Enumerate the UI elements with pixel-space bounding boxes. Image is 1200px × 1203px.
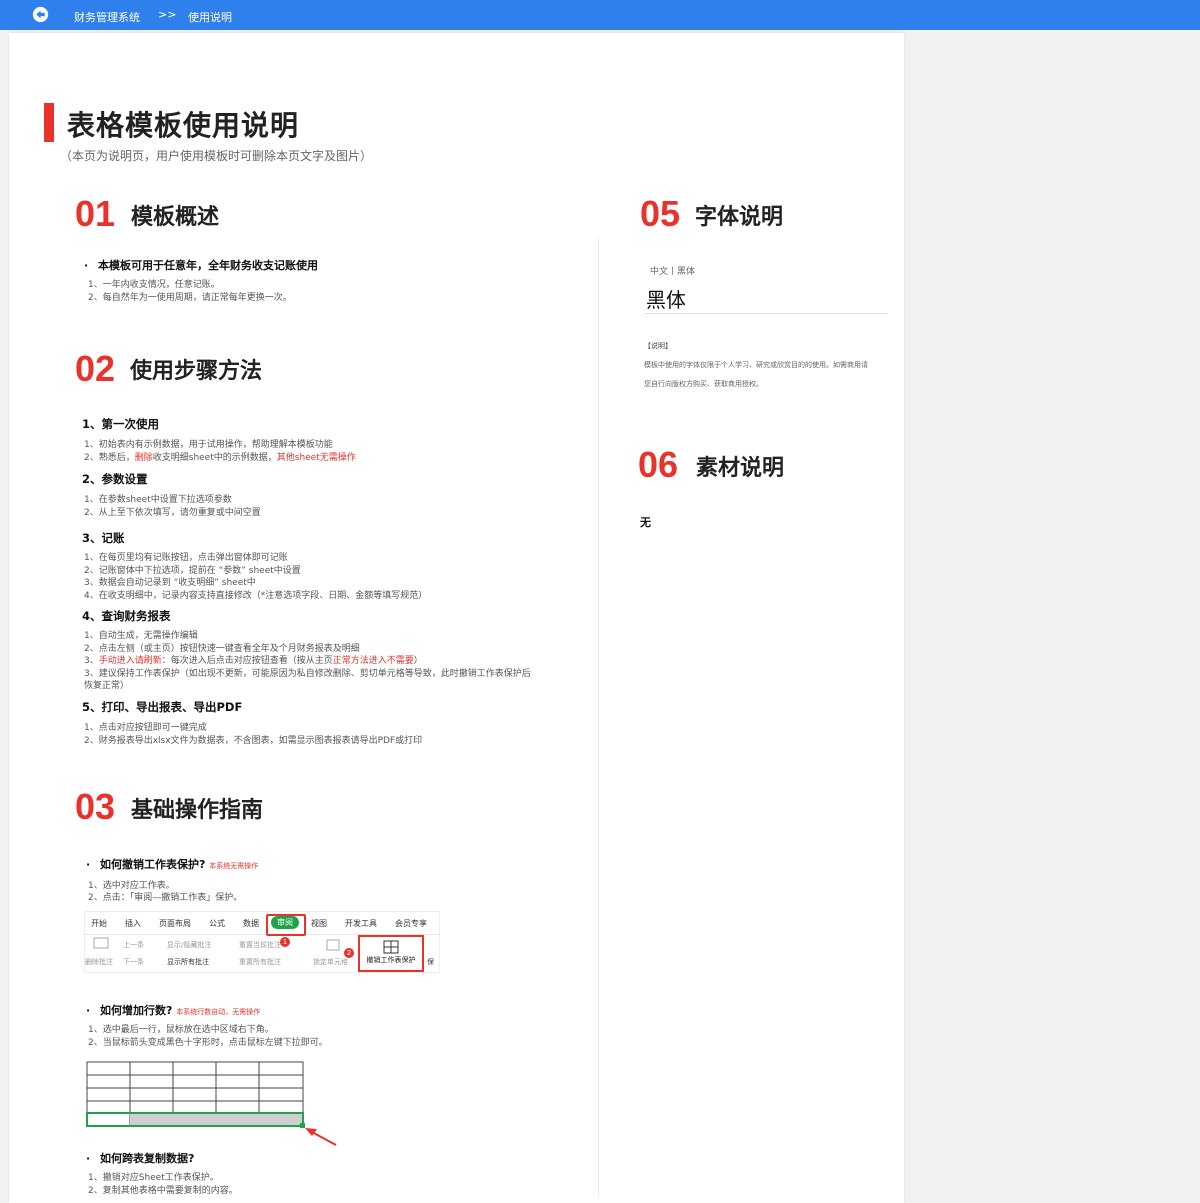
ribbon-tab: 会员专享	[395, 919, 427, 928]
section-03-number: 03	[75, 786, 116, 827]
column-divider	[598, 238, 599, 1198]
section-06-number: 06	[638, 444, 679, 485]
step-4-line-1: 1、自动生成，无需操作编辑	[84, 631, 198, 641]
step-5-line-2: 2、财务报表导出xlsx文件为数据表，不含图表，如需显示图表报表请导出PDF或打…	[84, 736, 423, 746]
page-subtitle: （本页为说明页，用户使用模板时可删除本页文字及图片）	[60, 149, 373, 163]
section-02-number: 02	[75, 348, 116, 389]
ribbon-tab-row: 开始 插入 页面布局 公式 数据 审阅 视图 开发工具 会员专享	[85, 912, 439, 936]
section-05-number: 05	[640, 193, 681, 234]
q3-question: · 如何跨表复制数据?	[86, 1152, 195, 1165]
ribbon-cmd-prev: 上一条	[123, 941, 144, 949]
step-1-heading: 1、第一次使用	[82, 417, 160, 431]
step-2-line-2: 2、从上至下依次填写，请勿重复或中间空置	[84, 508, 261, 518]
q1-line-2: 2、点击：「审阅—撤销工作表」保护。	[88, 893, 243, 903]
ribbon-cmd-next: 下一条	[123, 958, 144, 966]
section-01-title: 模板概述	[131, 205, 220, 230]
section-05-title: 字体说明	[695, 205, 784, 230]
step-badge-1: 1	[280, 937, 290, 947]
ribbon-cmd-show-hide: 显示/隐藏批注	[167, 941, 212, 949]
section-01-line-2: 2、每自然年为一使用周期，请正常每年更换一次。	[88, 293, 292, 303]
comment-icon	[93, 937, 109, 949]
q2-line-1: 1、选中最后一行，鼠标放在选中区域右下角。	[88, 1025, 274, 1035]
step-2-line-1: 1、在参数sheet中设置下拉选项参数	[84, 495, 232, 505]
back-home-icon[interactable]	[32, 6, 49, 23]
section-02-title: 使用步骤方法	[130, 359, 263, 384]
step-4-line-3: 3、手动进入请刷新：每次进入后点击对应按钮查看（按从主页正常方法进入不需要）	[84, 656, 423, 666]
ribbon-cmd-lock-cell: 锁定单元格	[313, 958, 348, 966]
material-note: 无	[640, 516, 651, 529]
unprotect-sheet-icon	[383, 940, 399, 954]
step-3-line-3: 3、数据会自动记录到 “收支明细” sheet中	[84, 578, 256, 588]
step-5-line-1: 1、点击对应按钮即可一键完成	[84, 723, 207, 733]
q2-question: · 如何增加行数? 本系统行数自动，无需操作	[86, 1004, 261, 1017]
section-01-line-1: 1、一年内收支情况，任意记账。	[88, 280, 220, 290]
step-4-heading: 4、查询财务报表	[82, 609, 171, 623]
q3-line-2: 2、复制其他表格中需要复制的内容。	[88, 1186, 238, 1196]
breadcrumb-separator: >>	[158, 8, 177, 21]
font-desc-line-2: 您自行向版权方购买、获取商用授权。	[644, 380, 763, 388]
ribbon-screenshot: 开始 插入 页面布局 公式 数据 审阅 视图 开发工具 会员专享 删除批注 上一…	[84, 911, 440, 973]
q2-line-2: 2、当鼠标箭头变成黑色十字形时，点击鼠标左键下拉即可。	[88, 1038, 328, 1048]
section-03-title: 基础操作指南	[131, 798, 264, 823]
step-1-line-1: 1、初始表内有示例数据，用于试用操作，帮助理解本模板功能	[84, 440, 333, 450]
font-desc-line-1: 模板中使用的字体仅限于个人学习、研究或欣赏目的的使用。如需商用请	[644, 361, 868, 369]
ribbon-tab: 公式	[209, 919, 225, 928]
q1-question: · 如何撤销工作表保护? 本系统无需操作	[86, 858, 259, 871]
step-3-line-1: 1、在每页里均有记账按钮，点击弹出窗体即可记账	[84, 553, 288, 563]
ribbon-cmd-reset-all: 重置所有批注	[239, 958, 281, 966]
lock-cell-icon	[326, 939, 340, 951]
ribbon-tab: 开始	[91, 919, 107, 928]
q3-line-1: 1、撤销对应Sheet工作表保护。	[88, 1173, 219, 1183]
breadcrumb-app[interactable]: 财务管理系统	[74, 9, 140, 25]
ribbon-cmd-show-all: 显示所有批注	[167, 958, 209, 966]
grid-illustration	[86, 1061, 337, 1146]
font-sample: 黑体	[646, 288, 686, 312]
section-01-bullet: · 本模板可用于任意年，全年财务收支记账使用	[84, 259, 318, 272]
top-bar: 财务管理系统 >> 使用说明	[0, 0, 1200, 30]
ribbon-cmd-delete-comment: 删除批注	[85, 958, 113, 966]
unprotect-sheet-label: 撤销工作表保护	[366, 956, 416, 964]
section-01-number: 01	[75, 193, 116, 234]
ribbon-tab-review: 审阅	[271, 916, 299, 929]
ribbon-tab: 页面布局	[159, 919, 191, 928]
font-label: 中文丨黑体	[650, 267, 696, 277]
step-5-heading: 5、打印、导出报表、导出PDF	[82, 700, 243, 714]
section-06-title: 素材说明	[696, 456, 785, 481]
ribbon-cmd-unprotect-sheet: 撤销工作表保护	[358, 935, 424, 972]
step-3-line-4: 4、在收支明细中，记录内容支持直接修改（*注意选项字段、日期、金额等填写规范）	[84, 591, 428, 601]
step-1-line-2: 2、熟悉后，删除收支明细sheet中的示例数据，其他sheet无需操作	[84, 453, 356, 463]
ribbon-tab: 数据	[243, 919, 259, 928]
step-2-heading: 2、参数设置	[82, 472, 148, 486]
step-badge-2: 2	[344, 948, 354, 958]
ribbon-tab: 插入	[125, 919, 141, 928]
step-4-line-5: 恢复正常）	[84, 681, 130, 691]
ribbon-tab: 开发工具	[345, 919, 377, 928]
ribbon-tab: 视图	[311, 919, 327, 928]
ribbon-cmd-more: 保	[427, 958, 434, 966]
font-divider	[644, 313, 888, 314]
font-desc-heading: 【说明】	[644, 342, 672, 350]
page-title: 表格模板使用说明	[67, 109, 300, 142]
ribbon-cmd-reset-current: 重置当前批注	[239, 941, 281, 949]
step-3-heading: 3、记账	[82, 531, 125, 545]
step-4-line-4: 3、建议保持工作表保护（如出现不更新，可能原因为私自修改删除、剪切单元格等导致，…	[84, 669, 531, 679]
title-accent-bar	[44, 103, 54, 142]
breadcrumb-current: 使用说明	[188, 11, 232, 24]
